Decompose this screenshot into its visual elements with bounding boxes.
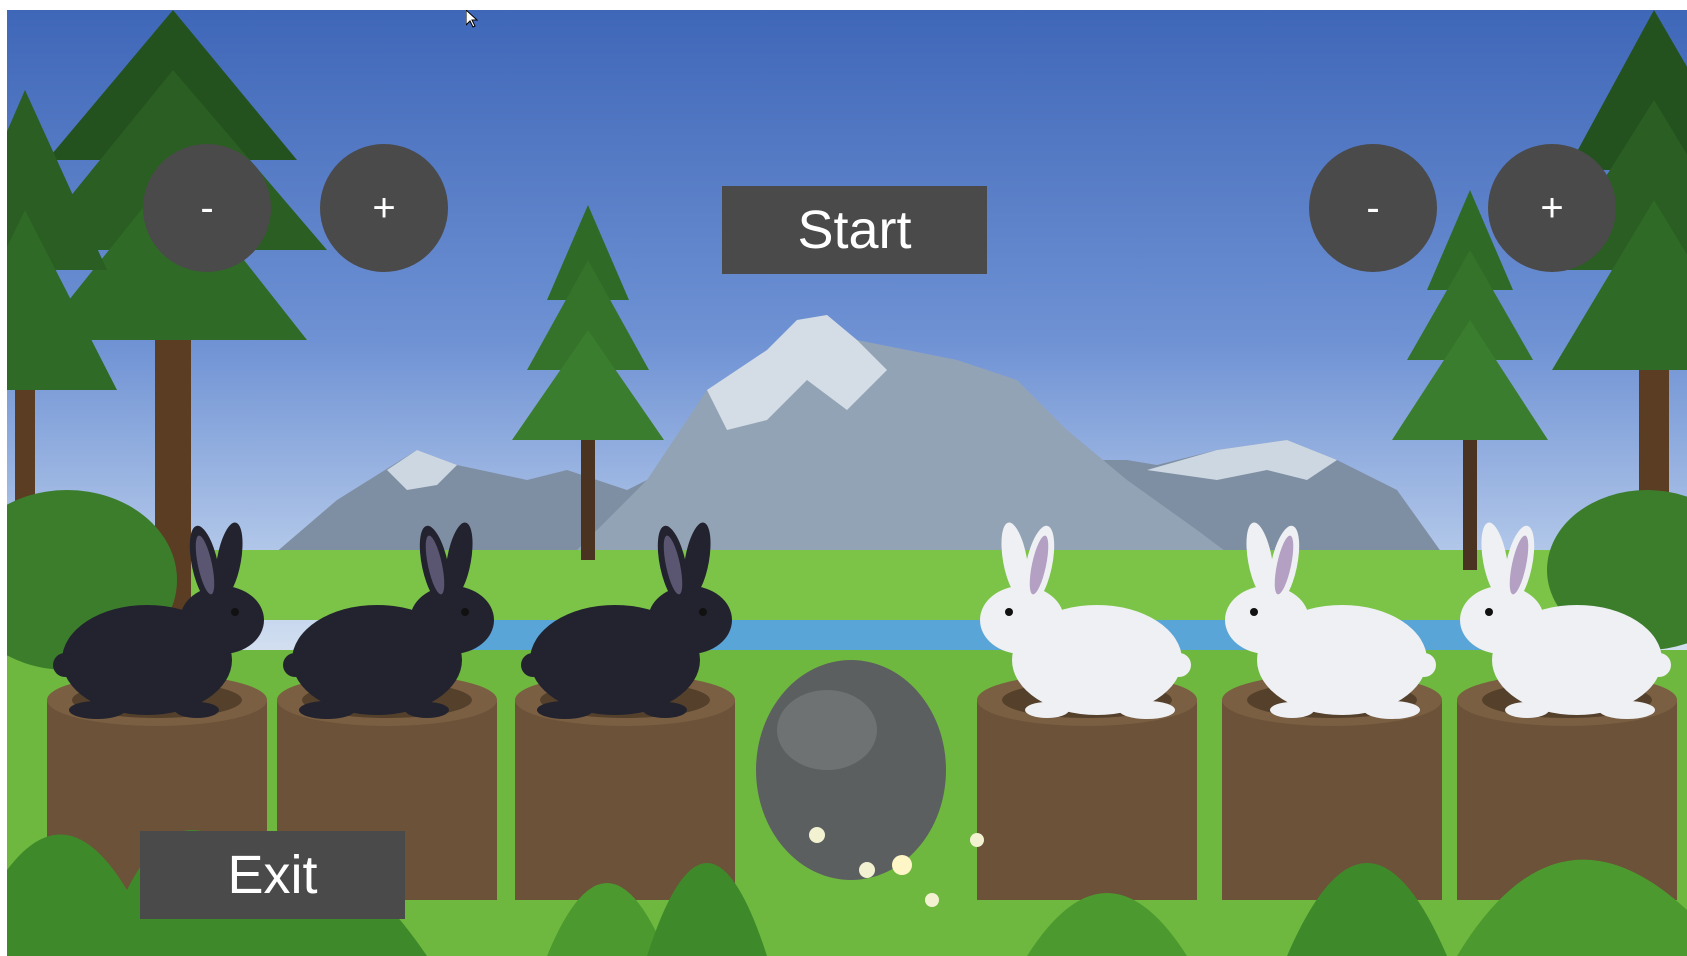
game-scene [7,10,1687,956]
start-button[interactable]: Start [722,186,987,274]
left-minus-button[interactable]: - [143,144,271,272]
game-viewport[interactable]: - + Start - + Exit [7,10,1687,956]
mountains [267,315,1447,560]
rock [756,660,946,880]
mouse-cursor-icon [466,10,478,28]
exit-button[interactable]: Exit [140,831,405,919]
mountain-main [567,315,1237,560]
mountain-snow-right [1147,440,1337,480]
left-plus-button[interactable]: + [320,144,448,272]
tree-right-edge [1547,10,1687,560]
right-plus-button[interactable]: + [1488,144,1616,272]
right-minus-button[interactable]: - [1309,144,1437,272]
